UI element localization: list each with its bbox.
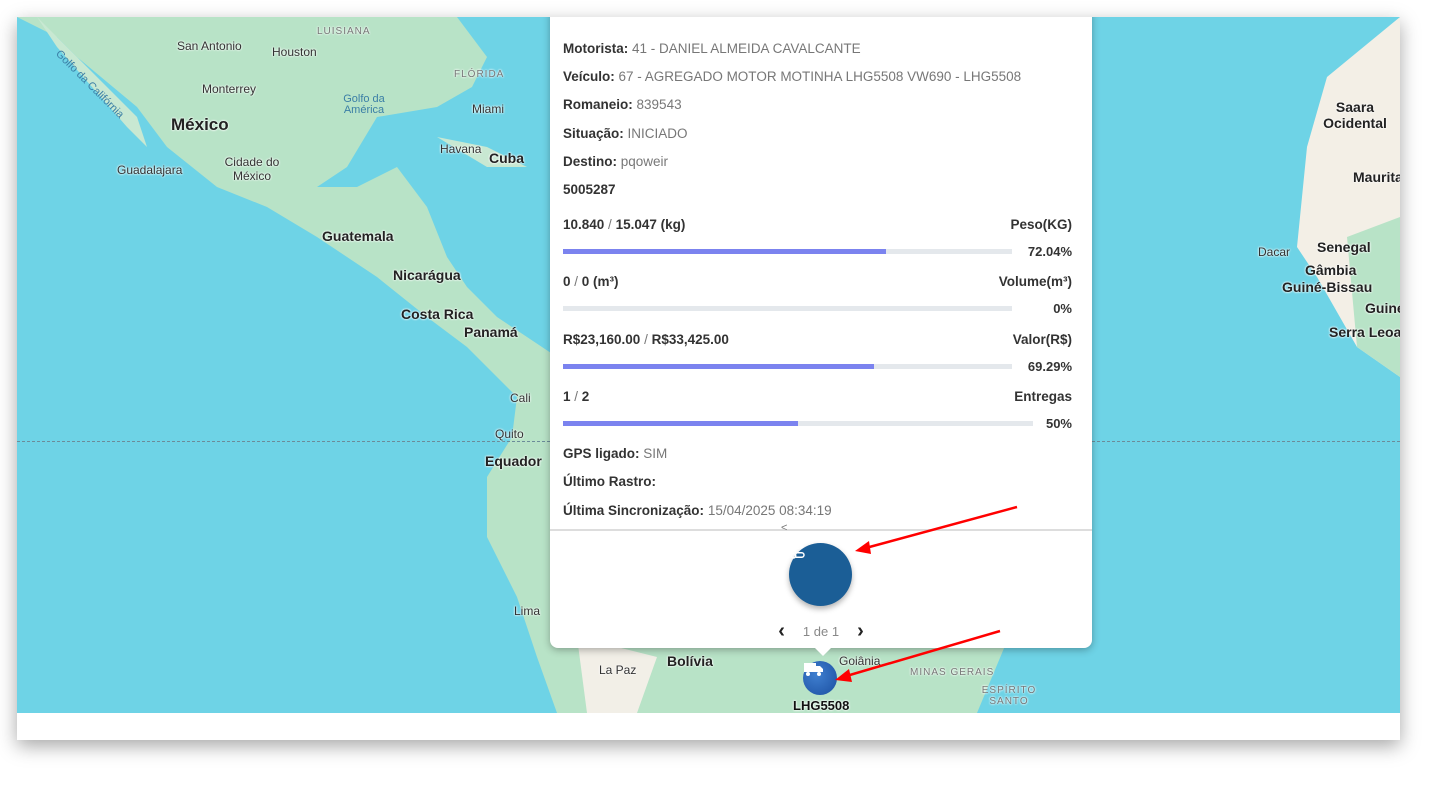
map-label: Cidade do México [224, 155, 280, 183]
map-label: La Paz [599, 663, 637, 677]
map-label: Guiné [1365, 300, 1400, 316]
map-label: Guatemala [322, 228, 394, 244]
code: 5005287 [563, 182, 616, 197]
map-label: Nicarágua [393, 267, 461, 283]
map-label: Cuba [489, 150, 524, 166]
field-gps: GPS ligado: SIM [563, 446, 668, 461]
map-label: Maurita [1353, 169, 1400, 185]
map-label: Lima [514, 604, 541, 618]
map-label: Bolívia [667, 653, 713, 669]
map-label: Houston [272, 45, 317, 59]
field-destino: Destino: pqoweir [563, 154, 669, 169]
map-label: LUISIANA [317, 26, 371, 37]
divider [550, 529, 1092, 531]
vehicle-marker-label: LHG5508 [793, 698, 850, 713]
map-label: Quito [495, 427, 524, 441]
map-label: Cali [510, 391, 531, 405]
map-label: FLÓRIDA [454, 69, 505, 80]
map-label: MINAS GERAIS [910, 667, 995, 678]
field-veiculo: Veículo: 67 - AGREGADO MOTOR MOTINHA LHG… [563, 69, 1022, 84]
field-motorista: Motorista: 41 - DANIEL ALMEIDA CAVALCANT… [563, 41, 861, 56]
field-ultimo-rastro: Último Rastro: [563, 474, 657, 489]
map-label: Golfo da América [343, 93, 385, 116]
map-label: Serra Leoa [1329, 324, 1400, 340]
map-label: Gâmbia [1305, 262, 1357, 278]
map-label: ESPÍRITO SANTO [981, 685, 1037, 707]
map-label: Senegal [1317, 239, 1371, 255]
map-label: Goiânia [839, 654, 881, 668]
progress-fill [563, 249, 887, 254]
map-label: Guadalajara [117, 163, 183, 177]
map-label: Havana [440, 142, 482, 156]
map-label: Guiné-Bissau [1282, 279, 1373, 295]
map[interactable]: San Antonio Houston LUISIANA FLÓRIDA Gol… [17, 17, 1400, 713]
map-label: Panamá [464, 324, 518, 340]
route-button[interactable] [789, 543, 852, 606]
vehicle-marker[interactable] [803, 661, 837, 695]
progress-bar [563, 364, 1012, 369]
page-indicator: 1 de 1 [802, 624, 840, 639]
next-page-button[interactable]: › [857, 620, 864, 643]
route-icon [790, 544, 805, 559]
metric-peso: 10.840 / 15.047 (kg) Peso(KG) 72.04% [563, 217, 1072, 259]
truck-icon [804, 663, 823, 676]
collapse-toggle[interactable]: < [781, 522, 787, 534]
progress-bar [563, 306, 1012, 311]
progress-bar [563, 249, 1012, 254]
map-label: México [171, 115, 229, 134]
metric-valor: R$23,160.00 / R$33,425.00 Valor(R$) 69.29… [563, 332, 1072, 374]
field-romaneio: Romaneio: 839543 [563, 97, 682, 112]
map-label: Dacar [1258, 245, 1291, 259]
progress-bar [563, 421, 1033, 426]
metric-volume: 0 / 0 (m³) Volume(m³) 0% [563, 274, 1072, 316]
field-situacao: Situação: INICIADO [563, 126, 688, 141]
map-label: Miami [472, 102, 504, 116]
progress-fill [563, 364, 875, 369]
vehicle-info-popup: Motorista: 41 - DANIEL ALMEIDA CAVALCANT… [550, 17, 1092, 648]
app-frame: San Antonio Houston LUISIANA FLÓRIDA Gol… [17, 17, 1400, 740]
map-label: Saara Ocidental [1323, 99, 1387, 131]
prev-page-button[interactable]: ‹ [778, 620, 785, 643]
progress-fill [563, 421, 798, 426]
map-label: Equador [485, 453, 542, 469]
field-ultima-sincronizacao: Última Sincronização: 15/04/2025 08:34:1… [563, 503, 832, 518]
map-label: Monterrey [202, 82, 257, 96]
metric-entregas: 1 / 2 Entregas 50% [563, 389, 1072, 431]
popup-tail [812, 645, 834, 656]
pager: ‹ 1 de 1 › [550, 620, 1092, 643]
map-label: Costa Rica [401, 306, 474, 322]
map-label: San Antonio [177, 39, 242, 53]
